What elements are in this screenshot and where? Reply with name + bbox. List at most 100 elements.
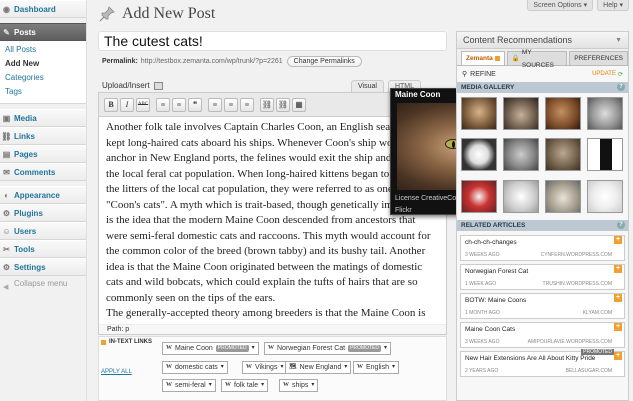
chevron-down-icon[interactable]: ▾ — [252, 343, 255, 354]
link-chip[interactable]: W English ▾ — [353, 361, 399, 374]
link-chip[interactable]: W Norwegian Forest Cat PROMOTED ▾ — [264, 342, 391, 355]
more-tag-button[interactable]: ▦ — [292, 97, 306, 112]
gallery-thumbnail[interactable] — [545, 179, 581, 213]
gallery-thumbnail[interactable] — [503, 179, 539, 213]
sidebar-item-media[interactable]: ▣ Media — [0, 109, 86, 127]
chevron-down-icon[interactable]: ▾ — [392, 362, 395, 373]
chevron-down-icon[interactable]: ▾ — [209, 380, 212, 391]
help-button[interactable]: Help ▾ — [597, 0, 629, 11]
bullet-list-button[interactable]: ≡ — [156, 97, 170, 112]
blockquote-button[interactable]: ❝ — [188, 97, 202, 112]
help-icon[interactable]: ? — [617, 221, 625, 229]
post-title-input[interactable]: The cutest cats! — [98, 31, 447, 51]
gallery-thumbnail[interactable] — [461, 97, 497, 130]
chevron-down-icon[interactable]: ▾ — [280, 362, 283, 373]
link-chip[interactable]: Wfolk tale ▾ — [221, 379, 269, 392]
gallery-thumbnail[interactable] — [461, 138, 497, 172]
strikethrough-button[interactable]: ABC — [136, 97, 150, 112]
sidebar-item-pages[interactable]: ▤ Pages — [0, 145, 86, 163]
related-articles-header: RELATED ARTICLES? — [457, 220, 628, 231]
tab-my-sources[interactable]: 🔒 MY SOURCES — [506, 49, 568, 69]
related-article[interactable]: Norwegian Forest Cat 1 WEEK AGO TRUSHIN.WO… — [460, 264, 625, 290]
link-chip[interactable]: Wsemi-feral ▾ — [162, 379, 216, 392]
chevron-down-icon[interactable]: ▾ — [311, 380, 314, 391]
related-article[interactable]: BOTW: Maine Coons 1 MONTH AGO KLYAM.COM + — [460, 293, 625, 319]
chevron-down-icon[interactable]: ▾ — [344, 362, 347, 373]
sidebar-item-settings[interactable]: ⚙ Settings — [0, 258, 86, 276]
add-media-icon[interactable] — [153, 81, 163, 90]
gallery-thumbnail[interactable] — [587, 179, 623, 213]
sidebar-item-comments[interactable]: ✉ Comments — [0, 163, 86, 181]
sidebar-item-dashboard[interactable]: ◉ Dashboard — [0, 0, 86, 18]
chevron-down-icon[interactable]: ▾ — [221, 362, 224, 373]
submenu-all-posts[interactable]: All Posts — [0, 43, 86, 57]
link-chip[interactable]: Wships ▾ — [279, 379, 319, 392]
posts-icon: ✎ — [3, 27, 10, 37]
permalink-label: Permalink: — [102, 58, 138, 65]
unlink-button[interactable]: ⛓ — [276, 97, 290, 112]
sidebar-item-plugins[interactable]: ⚙ Plugins — [0, 204, 86, 222]
apply-all-link[interactable]: APPLY ALL — [101, 369, 132, 375]
related-article[interactable]: ch-ch-ch-changes 3 WEEKS AGO CYNFERN.WORDP… — [460, 235, 625, 261]
gallery-thumbnail[interactable] — [503, 138, 539, 172]
refresh-icon: ⟳ — [617, 71, 623, 78]
screen-options-button[interactable]: Screen Options ▾ — [527, 0, 594, 11]
link-chip[interactable]: 🗺 New England ▾ — [285, 361, 352, 374]
posts-submenu: All Posts Add New Categories Tags — [0, 41, 86, 104]
update-button[interactable]: UPDATE ⟳ — [592, 71, 623, 78]
add-article-icon[interactable]: + — [614, 265, 622, 273]
link-chip[interactable]: W Maine Coon PROMOTED ▾ — [162, 342, 259, 355]
bold-button[interactable]: B — [104, 97, 118, 112]
submenu-categories[interactable]: Categories — [0, 71, 86, 85]
refine-button[interactable]: ⚲ REFINE — [462, 70, 496, 79]
editor-path: Path: p — [99, 324, 446, 334]
numbered-list-button[interactable]: ≡ — [172, 97, 186, 112]
gallery-thumbnail[interactable] — [587, 97, 623, 130]
dashboard-icon: ◉ — [3, 4, 10, 14]
media-gallery-header: MEDIA GALLERY? — [457, 82, 628, 93]
gallery-thumbnail[interactable] — [461, 179, 497, 213]
pushpin-icon — [98, 5, 116, 23]
related-article[interactable]: Maine Coon Cats 3 WEEKS AGO AMIPOURLAVIE.W… — [460, 322, 625, 348]
submenu-tags[interactable]: Tags — [0, 85, 86, 99]
wikipedia-icon: W — [225, 382, 231, 388]
wikipedia-icon: W — [357, 364, 363, 370]
add-article-icon[interactable]: + — [614, 236, 622, 244]
sidebar-item-appearance[interactable]: ◐ Appearance — [0, 186, 86, 204]
sidebar-item-tools[interactable]: ✂ Tools — [0, 240, 86, 258]
collapse-menu-button[interactable]: ◀ Collapse menu — [0, 276, 86, 292]
align-left-button[interactable]: ≡ — [208, 97, 222, 112]
add-article-icon[interactable]: + — [614, 294, 622, 302]
add-article-icon[interactable]: + — [614, 323, 622, 331]
gallery-thumbnail[interactable] — [587, 138, 623, 172]
change-permalinks-button[interactable]: Change Permalinks — [286, 56, 362, 67]
pages-icon: ▤ — [2, 149, 11, 159]
sidebar-item-links[interactable]: ⛓ Links — [0, 127, 86, 145]
content-paragraph: The generally-accepted theory among bree… — [106, 307, 426, 319]
italic-button[interactable]: I — [120, 97, 134, 112]
align-center-button[interactable]: ≡ — [224, 97, 238, 112]
gallery-thumbnail[interactable] — [545, 138, 581, 172]
align-right-button[interactable]: ≡ — [240, 97, 254, 112]
insert-link-button[interactable]: ⛓ — [260, 97, 274, 112]
submenu-add-new[interactable]: Add New — [0, 57, 86, 71]
help-icon[interactable]: ? — [617, 83, 625, 91]
gallery-thumbnail[interactable] — [503, 97, 539, 130]
links-icon: ⛓ — [1, 131, 12, 141]
sidebar-item-users[interactable]: ☺ Users — [0, 222, 86, 240]
tab-preferences[interactable]: PREFERENCES — [569, 51, 628, 65]
link-chip[interactable]: Wdomestic cats ▾ — [162, 361, 228, 374]
tab-zemanta[interactable]: Zemanta — [461, 51, 505, 65]
tab-visual[interactable]: Visual — [351, 80, 384, 92]
chevron-down-icon[interactable]: ▾ — [261, 380, 264, 391]
map-icon: 🗺 — [289, 364, 297, 370]
link-chip[interactable]: W Vikings ▾ — [242, 361, 288, 374]
related-article[interactable]: PROMOTED New Hair Extensions Are All Abou… — [460, 349, 625, 377]
gallery-thumbnail[interactable] — [545, 97, 581, 130]
sidebar-item-posts[interactable]: ✎ Posts — [0, 23, 86, 41]
permalink-url[interactable]: http://testbox.zemanta.com/wp/trunk/?p=2… — [141, 58, 283, 65]
chevron-down-icon[interactable]: ▼ — [615, 32, 622, 49]
chevron-down-icon[interactable]: ▾ — [384, 343, 387, 354]
add-article-icon[interactable]: + — [614, 352, 622, 360]
content-recommendations-header[interactable]: Content Recommendations ▼ — [457, 32, 628, 49]
